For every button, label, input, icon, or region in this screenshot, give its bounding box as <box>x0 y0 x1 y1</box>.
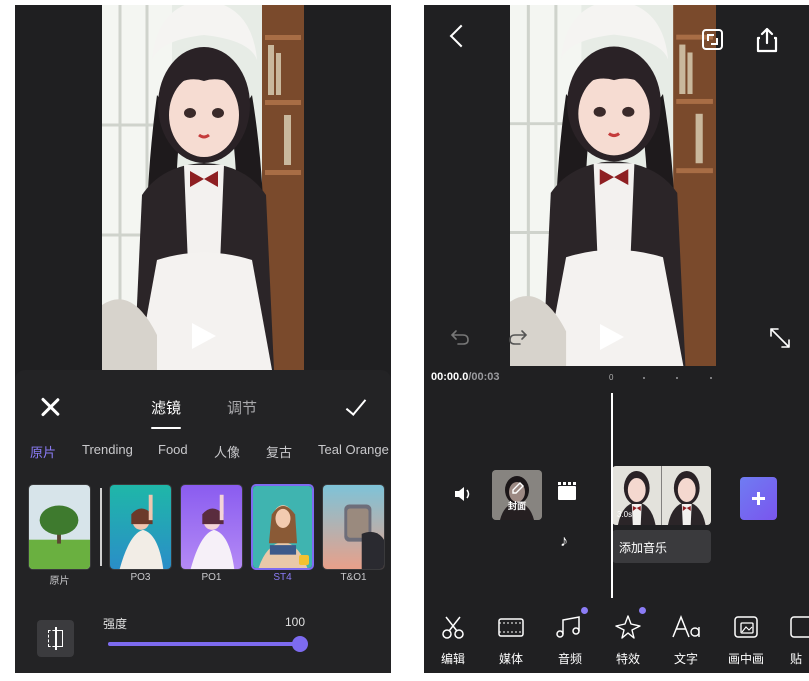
volume-icon[interactable] <box>454 486 474 502</box>
pip-icon <box>734 616 758 638</box>
redo-icon[interactable] <box>508 329 528 345</box>
intensity-label: 强度 <box>103 617 128 631</box>
tool-audio[interactable]: 音频 <box>545 607 595 670</box>
sheet-header: 滤镜 调节 <box>15 370 391 440</box>
fullscreen-frame-icon[interactable] <box>702 29 723 50</box>
tool-edit-label: 编辑 <box>440 652 465 666</box>
active-tab-indicator <box>151 427 181 429</box>
filter-label-po1: PO1 <box>201 572 222 583</box>
add-clip-button[interactable] <box>740 477 777 520</box>
filter-label-po3: PO3 <box>130 572 151 583</box>
add-music-label: 添加音乐 <box>619 541 668 555</box>
video-preview[interactable] <box>102 5 304 370</box>
filter-thumb-original[interactable] <box>28 484 91 570</box>
clip-duration: 3.0s <box>617 510 633 519</box>
filter-category-tabs: 原片 Trending Food 人像 复古 Teal Orange <box>15 442 391 464</box>
category-vintage[interactable]: 复古 <box>266 442 292 461</box>
add-music-button[interactable]: 添加音乐 <box>612 530 711 563</box>
intensity-slider[interactable] <box>108 636 308 652</box>
tab-adjust[interactable]: 调节 <box>227 397 257 418</box>
sticker-icon <box>790 616 809 638</box>
share-icon[interactable] <box>756 27 778 53</box>
media-icon <box>498 618 524 637</box>
video-preview[interactable] <box>510 5 716 366</box>
filter-label-original: 原片 <box>49 576 70 587</box>
tool-sticker[interactable]: 贴 <box>779 610 809 670</box>
tool-pip-label: 画中画 <box>727 652 764 666</box>
intensity-value: 100 <box>284 615 305 629</box>
text-icon <box>672 614 700 638</box>
tool-text[interactable]: 文字 <box>661 610 711 670</box>
playhead[interactable] <box>611 393 613 598</box>
bottom-toolbar: 编辑 媒体 音频 特效 文字 画中画 贴 <box>424 607 809 673</box>
filter-thumb-st4[interactable] <box>251 484 314 570</box>
ruler-dot <box>710 377 712 379</box>
category-food[interactable]: Food <box>158 442 188 457</box>
filter-thumb-po1[interactable] <box>180 484 243 570</box>
lock-icon <box>299 555 309 565</box>
filter-thumb-to1[interactable] <box>322 484 385 570</box>
filter-label-to1: T&O1 <box>340 572 367 583</box>
tool-effects-label: 特效 <box>615 652 640 666</box>
tool-effects[interactable]: 特效 <box>603 607 653 670</box>
scissors-icon <box>442 616 464 639</box>
tool-edit[interactable]: 编辑 <box>428 610 478 670</box>
ruler-dot <box>643 377 645 379</box>
time-total: /00:03 <box>468 371 500 383</box>
video-editor-screen: 00:00.0/00:03 0 封面 ♪ 3.0s 添加音乐 编辑 媒体 音频 … <box>424 5 809 673</box>
back-icon[interactable] <box>449 24 473 48</box>
play-icon[interactable] <box>600 324 624 350</box>
play-icon[interactable] <box>192 323 216 349</box>
undo-icon[interactable] <box>450 329 470 345</box>
compare-icon <box>48 630 55 647</box>
tab-filter[interactable]: 滤镜 <box>151 397 181 418</box>
ruler-tick-label: 0 <box>609 373 614 382</box>
close-icon[interactable] <box>37 394 63 420</box>
audio-icon <box>556 616 580 638</box>
tool-pip[interactable]: 画中画 <box>721 610 771 670</box>
filter-editor-screen: 滤镜 调节 原片 Trending Food 人像 复古 Teal Orange… <box>15 5 391 673</box>
slider-handle[interactable] <box>292 636 308 652</box>
category-teal-orange[interactable]: Teal Orange <box>318 442 389 457</box>
category-portrait[interactable]: 人像 <box>214 442 240 461</box>
time-current: 00:00.0 <box>431 371 469 383</box>
confirm-check-icon[interactable] <box>343 394 369 420</box>
filter-label-st4: ST4 <box>273 572 292 583</box>
filter-sheet: 滤镜 调节 原片 Trending Food 人像 复古 Teal Orange… <box>15 370 391 673</box>
tool-media[interactable]: 媒体 <box>486 610 536 670</box>
music-note-icon: ♪ <box>560 533 568 550</box>
new-badge <box>581 607 588 614</box>
filter-thumb-po3[interactable] <box>109 484 172 570</box>
category-trending[interactable]: Trending <box>82 442 133 457</box>
tool-sticker-label: 贴 <box>790 652 803 666</box>
ruler-dot <box>676 377 678 379</box>
tool-media-label: 媒体 <box>498 652 523 666</box>
slider-fill <box>108 642 300 646</box>
filter-thumbnails: 原片 PO3 PO1 ST4 T&O1 <box>15 484 391 587</box>
new-badge <box>639 607 646 614</box>
category-original[interactable]: 原片 <box>30 442 56 461</box>
cover-label: 封面 <box>507 501 526 511</box>
timecode: 00:00.0/00:03 <box>431 371 500 383</box>
tool-audio-label: 音频 <box>557 652 582 666</box>
expand-icon[interactable] <box>769 327 791 349</box>
effects-icon <box>615 615 641 639</box>
compare-toggle-button[interactable] <box>37 620 74 657</box>
clapperboard-icon <box>558 482 576 500</box>
thumbnail-divider <box>100 488 102 566</box>
tool-text-label: 文字 <box>673 652 698 666</box>
cover-thumbnail[interactable]: 封面 <box>492 470 542 520</box>
